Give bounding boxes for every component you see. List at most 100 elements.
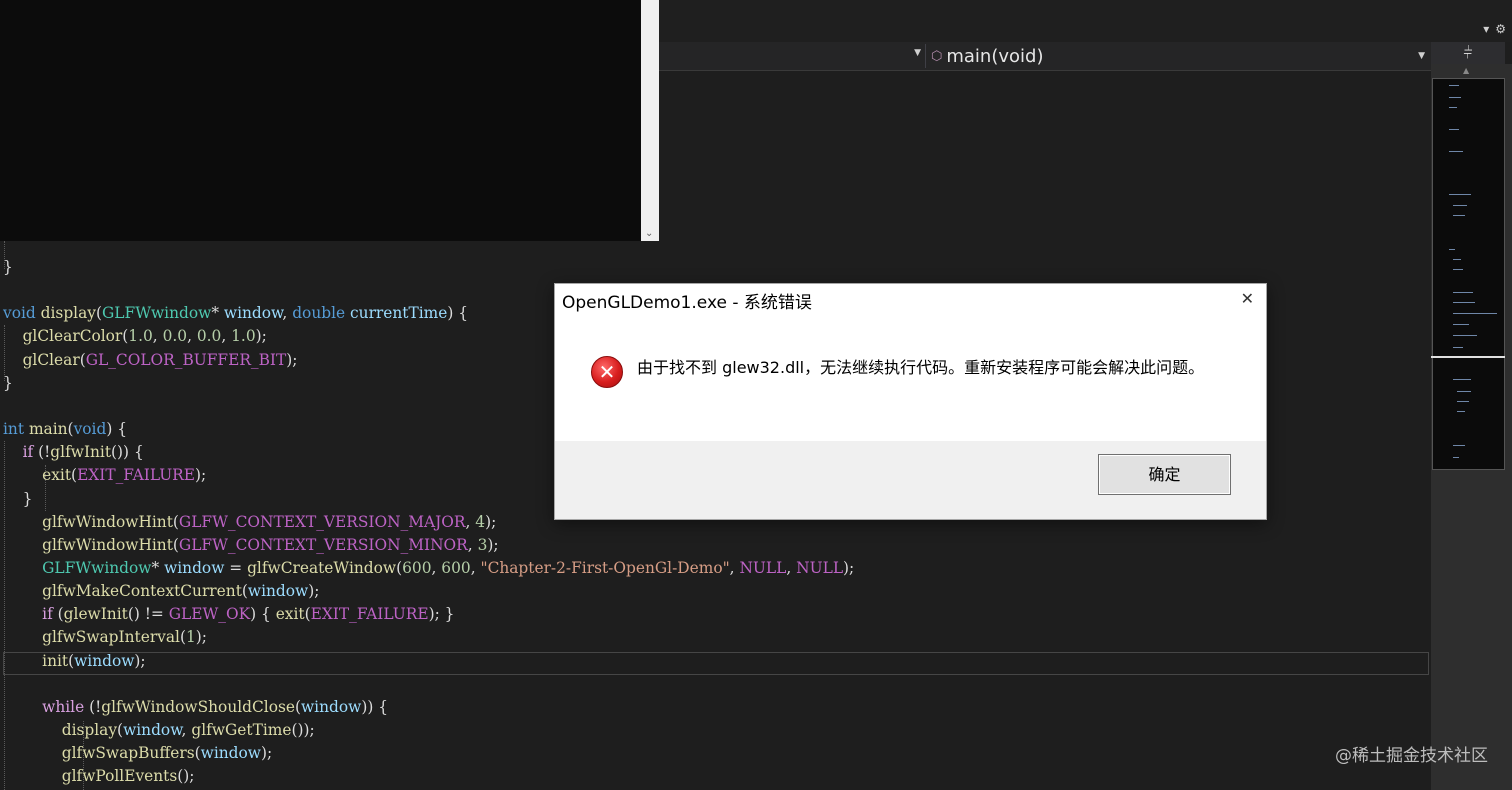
code-token: GLFW_CONTEXT_VERSION_MINOR — [178, 535, 468, 554]
code-token: glfwSwapInterval — [42, 628, 180, 647]
function-cube-icon: ⬡ — [931, 48, 943, 64]
code-token: 1.0 — [128, 327, 153, 346]
code-token: ) { — [106, 420, 128, 439]
code-token: glClearColor — [22, 327, 123, 346]
code-token: , — [181, 721, 192, 739]
code-token: ); — [485, 512, 497, 531]
split-window-icon[interactable]: ⫩ — [1431, 42, 1505, 64]
code-token: ()) { — [111, 443, 144, 462]
code-line: glClearColor(1.0, 0.0, 0.0, 1.0); — [3, 325, 267, 348]
code-token: GLFWwindow — [42, 558, 152, 577]
code-token: display — [40, 304, 96, 323]
gear-icon[interactable]: ⚙ — [1495, 22, 1506, 36]
code-line: if (!glfwInit()) { — [3, 441, 144, 464]
code-token: GLEW_OK — [168, 605, 251, 624]
code-token: ( — [52, 605, 64, 624]
code-token: ); } — [428, 605, 455, 624]
code-token: glfwWindowHint — [42, 512, 173, 531]
code-token: EXIT_FAILURE — [310, 605, 429, 624]
code-token: glfwPollEvents — [61, 767, 178, 786]
code-token: , — [282, 304, 293, 323]
code-token: exit — [42, 466, 72, 485]
chevron-down-icon: ▼ — [914, 48, 921, 58]
code-token: glfwSwapBuffers — [61, 744, 195, 763]
code-token: 1 — [185, 628, 196, 647]
code-line: glfwWindowHint(GLFW_CONTEXT_VERSION_MAJO… — [3, 511, 496, 534]
code-line: } — [3, 488, 33, 511]
toolbar-icons: ▾ ⚙ — [1483, 22, 1506, 36]
code-token: (! — [33, 443, 51, 462]
code-token: )) { — [361, 697, 389, 716]
code-line: } — [3, 256, 13, 279]
scroll-up-icon[interactable]: ▲ — [1463, 66, 1469, 75]
code-token: ); — [195, 466, 207, 485]
minimap-position-marker — [1431, 356, 1505, 358]
code-token: ); — [308, 582, 320, 601]
code-token: ); — [195, 628, 207, 647]
ok-button[interactable]: 确定 — [1098, 454, 1231, 495]
code-token: ); — [134, 651, 146, 670]
minimap-scrollbar[interactable]: ▲ — [1431, 64, 1512, 790]
scroll-down-icon[interactable]: ⌄ — [645, 228, 653, 239]
scope-dropdown[interactable]: ▼ — [659, 44, 926, 68]
code-token: } — [3, 373, 13, 392]
code-token: , — [431, 558, 442, 577]
code-line: int main(void) { — [3, 418, 127, 441]
code-token: 1.0 — [231, 327, 256, 346]
code-token: 0.0 — [196, 327, 222, 346]
code-line: while (!glfwWindowShouldClose(window)) { — [3, 696, 388, 719]
dropdown-arrow-icon[interactable]: ▾ — [1483, 22, 1489, 36]
code-token: ); — [487, 535, 499, 554]
code-line: if (glewInit() != GLEW_OK) { exit(EXIT_F… — [3, 603, 454, 626]
watermark: @稀土掘金技术社区 — [1335, 746, 1488, 766]
function-dropdown[interactable]: ⬡ main(void) ▼ — [931, 42, 1427, 70]
code-token: init — [42, 651, 69, 670]
code-token: glfwWindowShouldClose — [101, 697, 295, 716]
code-line: void display(GLFWwindow* window, double … — [3, 302, 468, 325]
dialog-title: OpenGLDemo1.exe - 系统错误 — [562, 293, 812, 313]
code-line: glfwSwapBuffers(window); — [3, 742, 272, 765]
code-token: 0.0 — [162, 327, 188, 346]
code-token: , — [729, 558, 740, 577]
code-line: glfwMakeContextCurrent(window); — [3, 580, 319, 603]
code-token: glfwCreateWindow — [247, 558, 397, 577]
code-token: * — [151, 558, 165, 577]
minimap-viewport[interactable] — [1432, 78, 1505, 470]
code-token: glfwInit — [50, 443, 112, 462]
code-token: () != — [127, 605, 169, 624]
code-token: 600 — [441, 558, 471, 577]
console-window — [0, 0, 641, 241]
code-line: display(window, glfwGetTime()); — [3, 719, 315, 742]
code-token: } — [3, 489, 33, 508]
code-line: exit(EXIT_FAILURE); — [3, 464, 206, 487]
code-token: window — [123, 721, 182, 739]
code-token: GL_COLOR_BUFFER_BIT — [85, 350, 287, 369]
code-token: exit — [275, 605, 305, 624]
console-scrollbar[interactable]: ⌄ — [641, 0, 659, 241]
code-token: int — [3, 420, 25, 439]
code-token: "Chapter-2-First-OpenGl-Demo" — [480, 558, 730, 577]
code-token: window — [164, 558, 225, 577]
close-icon[interactable]: ✕ — [1241, 289, 1254, 308]
code-token: if — [22, 443, 34, 462]
code-token: , — [187, 327, 197, 346]
code-token: } — [3, 258, 13, 276]
code-token: window — [247, 582, 309, 601]
chevron-down-icon: ▼ — [1418, 51, 1425, 61]
code-token: glfwMakeContextCurrent — [42, 582, 242, 601]
code-line: GLFWwindow* window = glfwCreateWindow(60… — [3, 557, 854, 580]
current-line-highlight — [3, 652, 1429, 675]
code-line: glClear(GL_COLOR_BUFFER_BIT); — [3, 349, 298, 372]
code-token: , — [786, 558, 797, 577]
code-token: glewInit — [63, 605, 128, 624]
code-token: glfwGetTime — [191, 721, 292, 739]
